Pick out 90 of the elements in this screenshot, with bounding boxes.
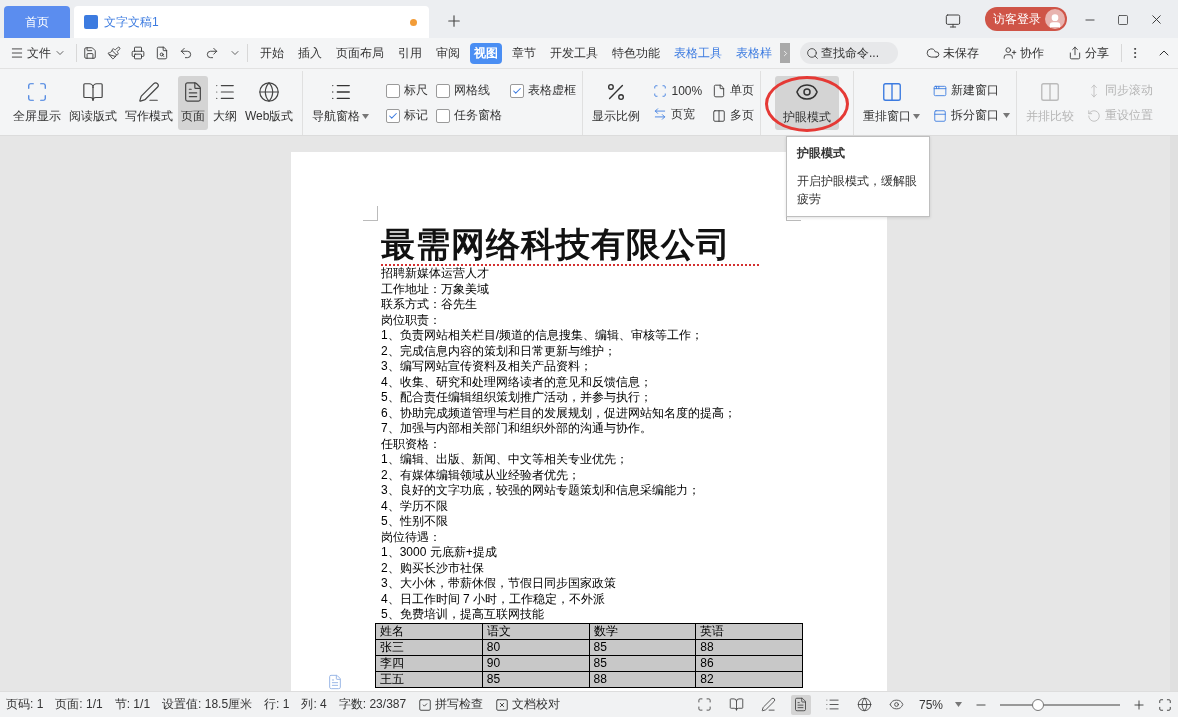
view-button[interactable]: 阅读版式 [66,76,120,130]
text-line: 2、购买长沙市社保 [381,560,485,576]
text-line: 3、大小休，带薪休假，节假日同步国家政策 [381,576,617,592]
table-cell: 88 [589,671,696,687]
toolbar-button[interactable]: 多页 [712,107,755,124]
status-text: 行: 1 [264,696,290,713]
status-text: 页面: 1/1 [55,696,103,713]
document-title: 最需网络科技有限公司 [381,224,759,266]
text-line: 3、编写网站宣传资料及相关产品资料； [381,359,593,375]
navigation-button[interactable]: 导航窗格 [309,76,373,130]
view-button[interactable]: 全屏显示 [10,76,64,130]
menu-tab[interactable]: 表格样 [732,42,776,64]
text-line: 3、良好的文字功底，较强的网站专题策划和信息采编能力； [381,483,701,499]
table-cell: 李四 [375,655,483,671]
menu-tab[interactable]: 引用 [394,42,426,64]
proofread-button[interactable]: 文档校对 [495,696,561,713]
status-text: 字数: 23/387 [338,696,407,713]
text-line: 5、配合责任编辑组织策划推广活动，并参与执行； [381,390,653,406]
text-line: 7、加强与内部相关部门和组织外部的沟通与协作。 [381,421,653,437]
column-header: 姓名 [375,623,483,639]
toolbar-button[interactable]: 未保存 [920,43,985,63]
table-cell: 82 [695,671,803,687]
toolbar-button[interactable]: 页宽 [653,105,703,123]
document-tab[interactable]: 文字文稿1 [74,6,429,38]
text-line: 工作地址：万象美域 [381,281,490,297]
text-line: 岗位待遇： [381,529,442,545]
text-line: 5、性别不限 [381,514,449,530]
menu-tab[interactable]: 审阅 [432,42,464,64]
menu-tab[interactable]: 页面布局 [332,42,388,64]
rearrange-button[interactable]: 重排窗口 [860,76,924,130]
text-line: 岗位职责： [381,312,442,328]
table-cell: 85 [589,639,696,655]
text-line: 2、完成信息内容的策划和日常更新与维护； [381,343,617,359]
toolbar-button[interactable]: 拆分窗口 [933,107,1011,124]
eye-care-button[interactable]: 护眼模式 [775,76,840,130]
menu-tab[interactable]: 开发工具 [546,42,602,64]
menu-tab[interactable]: 插入 [294,42,326,64]
table-cell: 80 [482,639,589,655]
view-button[interactable]: 大纲 [210,76,240,130]
status-text: 节: 1/1 [114,696,151,713]
checkbox[interactable]: 表格虚框 [510,82,577,99]
text-line: 2、有媒体编辑领域从业经验者优先； [381,467,581,483]
column-header: 语文 [482,623,589,639]
table-cell: 王五 [375,671,483,687]
text-line: 4、收集、研究和处理网络读者的意见和反馈信息； [381,374,653,390]
toolbar-button[interactable]: 新建窗口 [933,82,1011,99]
zoom-level[interactable]: 75% [918,697,943,712]
text-line: 招聘新媒体运营人才 [381,266,490,282]
view-button[interactable]: 页面 [178,76,208,130]
toolbar-button[interactable]: 100% [653,83,703,98]
text-line: 5、免费培训，提高互联网技能 [381,607,545,623]
menu-tab[interactable]: 表格工具 [670,42,726,64]
text-line: 任职资格： [381,436,442,452]
table-cell: 88 [695,639,803,655]
tooltip-title: 护眼模式 [797,145,846,162]
checkbox[interactable]: 网格线 [436,82,503,99]
text-line: 4、学历不限 [381,498,449,514]
toolbar-button[interactable]: 单页 [712,82,755,99]
spell-check-button[interactable]: 拼写检查 [418,696,484,713]
menu-tab[interactable]: 章节 [508,42,540,64]
checkbox[interactable]: 标记 [386,107,429,124]
tooltip-text: 开启护眼模式，缓解眼疲劳 [797,173,918,208]
table-cell: 90 [482,655,589,671]
table-cell: 85 [589,655,696,671]
login-button[interactable]: 访客登录 [985,7,1067,31]
text-line: 1、负责网站相关栏目/频道的信息搜集、编辑、审核等工作； [381,328,704,344]
column-header: 数学 [589,623,696,639]
text-line: 联系方式：谷先生 [381,297,478,313]
view-button[interactable]: 写作模式 [122,76,176,130]
text-line: 4、日工作时间 7 小时，工作稳定，不外派 [381,591,606,607]
zoom-button[interactable]: 显示比例 [589,76,644,130]
table-cell: 张三 [375,639,483,655]
status-text: 设置值: 18.5厘米 [162,696,253,713]
view-button[interactable]: Web版式 [242,76,297,130]
table-cell: 85 [482,671,589,687]
toolbar-button[interactable]: 协作 [997,43,1050,63]
text-line: 1、编辑、出版、新闻、中文等相关专业优先； [381,452,629,468]
status-text: 页码: 1 [6,696,44,713]
text-line: 1、3000 元底薪+提成 [381,545,498,561]
status-text: 列: 4 [301,696,327,713]
text-line: 6、协助完成频道管理与栏目的发展规划，促进网站知名度的提高； [381,405,737,421]
menu-tab[interactable]: 开始 [256,42,288,64]
search-field[interactable]: 查找命令... [800,42,898,64]
column-header: 英语 [695,623,803,639]
checkbox[interactable]: 任务窗格 [436,107,503,124]
checkbox[interactable]: 标尺 [386,82,429,99]
menu-tab[interactable]: 特色功能 [608,42,664,64]
toolbar-button[interactable]: 分享 [1062,43,1115,63]
table-cell: 86 [695,655,803,671]
file-menu[interactable]: 文件 [6,44,70,62]
